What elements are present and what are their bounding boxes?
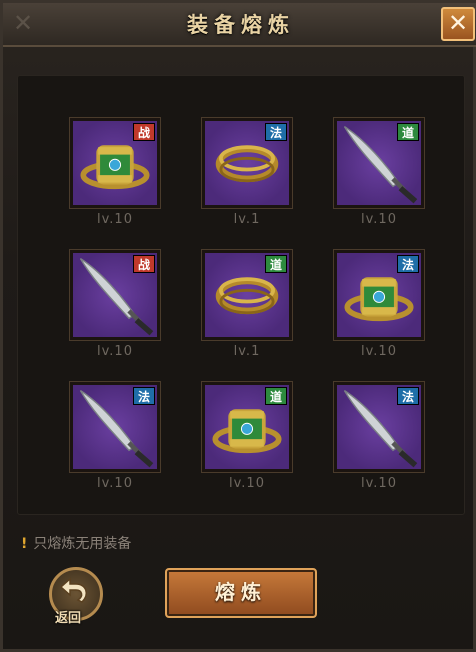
smelt-button[interactable]: 熔炼 <box>165 568 317 618</box>
class-badge: 法 <box>133 387 155 405</box>
equipment-slot[interactable]: 战 <box>69 249 161 341</box>
class-badge: 道 <box>265 255 287 273</box>
equipment-slot[interactable]: 道 <box>333 117 425 209</box>
class-badge: 法 <box>397 255 419 273</box>
hint-text-row: ! 只熔炼无用装备 <box>21 533 131 553</box>
equipment-slot[interactable]: 道 <box>201 249 293 341</box>
item-level: lv.10 <box>97 344 133 359</box>
smelt-panel: ✕ 装备熔炼 ✕ 战 lv.10 法 lv.1 道 lv.10 战 lv.10 道 lv.1 法 lv… <box>0 0 476 652</box>
class-badge: 战 <box>133 255 155 273</box>
item-level: lv.10 <box>361 212 397 227</box>
class-badge: 法 <box>397 387 419 405</box>
back-button-label: 返回 <box>55 611 82 626</box>
warning-icon: ! <box>21 536 28 552</box>
equipment-slot[interactable]: 道 <box>201 381 293 473</box>
equipment-slot[interactable]: 法 <box>333 381 425 473</box>
item-level: lv.10 <box>361 476 397 491</box>
equipment-slot[interactable]: 法 <box>201 117 293 209</box>
item-level: lv.1 <box>233 344 261 359</box>
class-badge: 道 <box>265 387 287 405</box>
equipment-grid: 战 lv.10 法 lv.1 道 lv.10 战 lv.10 道 lv.1 法 lv.10 法 lv.10… <box>17 75 465 515</box>
window-title: 装备熔炼 <box>187 13 295 37</box>
class-badge: 道 <box>397 123 419 141</box>
item-level: lv.10 <box>361 344 397 359</box>
class-badge: 战 <box>133 123 155 141</box>
item-level: lv.1 <box>233 212 261 227</box>
equipment-slot[interactable]: 战 <box>69 117 161 209</box>
equipment-slot[interactable]: 法 <box>333 249 425 341</box>
title-bar: ✕ 装备熔炼 ✕ <box>3 3 476 47</box>
equipment-slot[interactable]: 法 <box>69 381 161 473</box>
item-level: lv.10 <box>229 476 265 491</box>
item-level: lv.10 <box>97 476 133 491</box>
item-level: lv.10 <box>97 212 133 227</box>
close-button[interactable]: ✕ <box>441 7 475 41</box>
hint-text: 只熔炼无用装备 <box>33 536 132 552</box>
class-badge: 法 <box>265 123 287 141</box>
